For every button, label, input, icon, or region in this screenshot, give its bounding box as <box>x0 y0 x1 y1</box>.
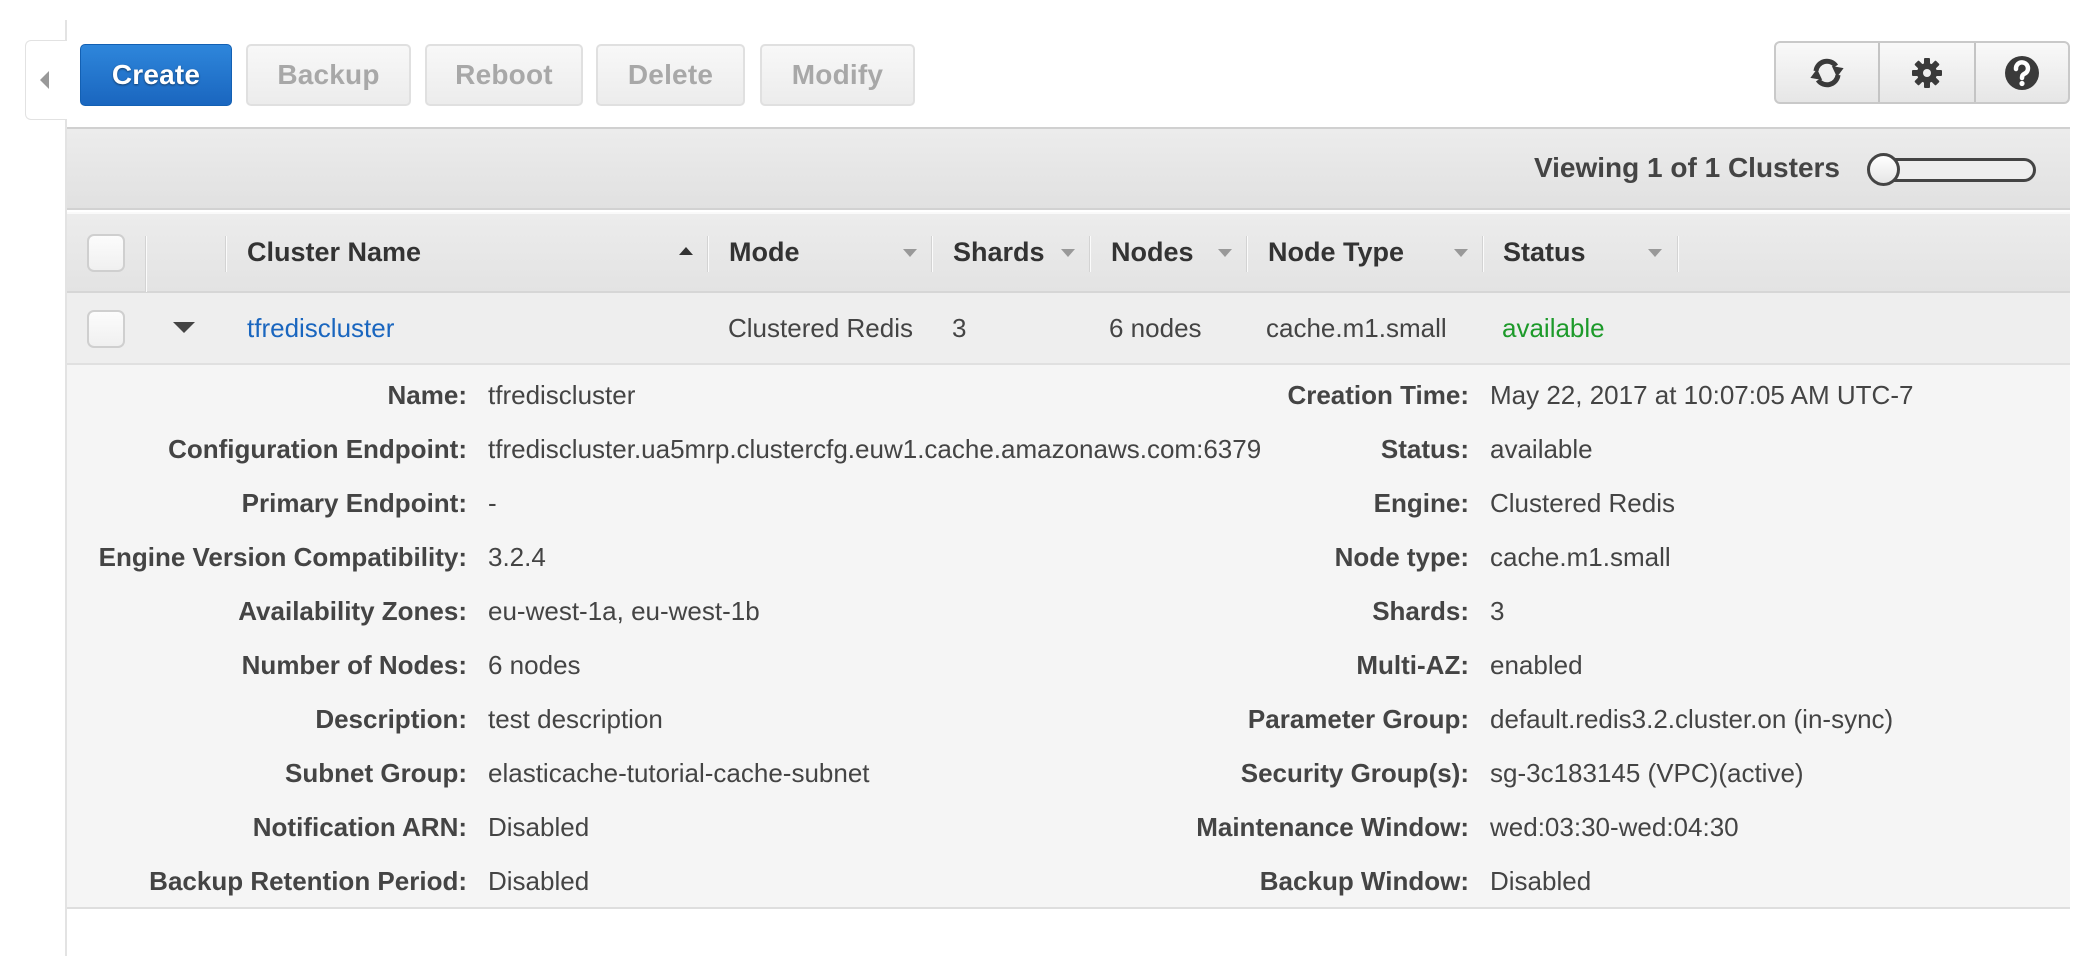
cluster-name-link[interactable]: tfrediscluster <box>247 293 394 363</box>
refresh-button[interactable] <box>1776 43 1878 102</box>
table-row[interactable]: tfrediscluster Clustered Redis 3 6 nodes… <box>67 293 2070 365</box>
detail-value: available <box>1490 433 1593 464</box>
create-button[interactable]: Create <box>80 44 232 106</box>
column-divider[interactable] <box>1089 236 1091 272</box>
column-header-mode[interactable]: Mode <box>729 214 931 291</box>
column-label: Shards <box>953 237 1045 267</box>
column-label: Status <box>1503 237 1586 267</box>
toolbar-icon-group <box>1774 41 2070 104</box>
expand-row-caret-icon[interactable] <box>173 322 195 333</box>
reboot-button[interactable]: Reboot <box>425 44 583 106</box>
cell-shards: 3 <box>952 312 967 343</box>
gear-icon <box>1912 57 1942 88</box>
cell-node-type: cache.m1.small <box>1266 312 1447 343</box>
sort-dropdown-icon <box>1218 249 1232 257</box>
detail-value: default.redis3.2.cluster.on (in-sync) <box>1490 703 1894 734</box>
detail-row: Maintenance Window: wed:03:30-wed:04:30 <box>67 800 2070 854</box>
chevron-left-icon <box>40 71 49 89</box>
detail-row: Backup Window: Disabled <box>67 854 2070 908</box>
row-select-checkbox[interactable] <box>87 310 125 348</box>
detail-label: Creation Time: <box>1287 379 1469 410</box>
detail-label: Node type: <box>1334 541 1469 572</box>
detail-label: Security Group(s): <box>1240 757 1469 788</box>
backup-button[interactable]: Backup <box>246 44 411 106</box>
detail-label: Shards: <box>1372 595 1469 626</box>
detail-row: Security Group(s): sg-3c183145 (VPC)(acti… <box>67 746 2070 800</box>
detail-value: 3 <box>1490 595 1505 626</box>
sort-dropdown-icon <box>1061 249 1075 257</box>
cluster-details-panel: Name: tfrediscluster Configuration Endpoin… <box>67 365 2070 909</box>
status-badge: available <box>1502 312 1605 343</box>
column-divider[interactable] <box>1677 236 1679 272</box>
pagination-bar: Viewing 1 of 1 Clusters <box>67 127 2070 210</box>
column-label: Cluster Name <box>247 237 422 267</box>
column-header-status[interactable]: Status <box>1503 214 1677 291</box>
detail-row: Parameter Group: default.redis3.2.cluster… <box>67 692 2070 746</box>
sort-ascending-icon <box>679 247 693 255</box>
detail-label: Backup Window: <box>1259 865 1469 896</box>
column-label: Node Type <box>1268 237 1405 267</box>
column-header-shards[interactable]: Shards <box>953 214 1089 291</box>
detail-row: Multi-AZ: enabled <box>67 638 2070 692</box>
help-button[interactable] <box>1974 43 2068 102</box>
delete-button[interactable]: Delete <box>596 44 745 106</box>
column-divider[interactable] <box>931 236 933 272</box>
detail-row: Shards: 3 <box>67 584 2070 638</box>
settings-button[interactable] <box>1878 43 1974 102</box>
detail-label: Status: <box>1380 433 1469 464</box>
detail-value: Disabled <box>1490 865 1592 896</box>
detail-row: Engine: Clustered Redis <box>67 476 2070 530</box>
column-header-node-type[interactable]: Node Type <box>1268 214 1482 291</box>
detail-label: Parameter Group: <box>1247 703 1469 734</box>
detail-row: Creation Time: May 22, 2017 at 10:07:05 A… <box>67 368 2070 422</box>
column-divider[interactable] <box>1482 236 1484 272</box>
column-divider[interactable] <box>1246 236 1248 272</box>
detail-value: sg-3c183145 (VPC)(active) <box>1490 757 1804 788</box>
collapse-sidebar-button[interactable] <box>25 40 67 120</box>
cell-mode: Clustered Redis <box>728 312 913 343</box>
column-divider[interactable] <box>707 236 709 272</box>
detail-label: Engine: <box>1373 487 1469 518</box>
column-label: Nodes <box>1111 237 1194 267</box>
detail-value: Clustered Redis <box>1490 487 1675 518</box>
detail-row: Node type: cache.m1.small <box>67 530 2070 584</box>
cell-nodes: 6 nodes <box>1109 312 1202 343</box>
refresh-icon <box>1810 58 1844 87</box>
detail-label: Multi-AZ: <box>1356 649 1469 680</box>
sort-dropdown-icon <box>903 249 917 257</box>
column-header-nodes[interactable]: Nodes <box>1111 214 1246 291</box>
column-divider <box>145 236 147 292</box>
help-icon <box>2005 55 2039 90</box>
detail-row: Status: available <box>67 422 2070 476</box>
viewing-count: Viewing 1 of 1 Clusters <box>1533 152 1840 183</box>
column-header-cluster-name[interactable]: Cluster Name <box>247 214 707 291</box>
detail-value: wed:03:30-wed:04:30 <box>1490 811 1739 842</box>
sort-dropdown-icon <box>1648 249 1662 257</box>
detail-label: Maintenance Window: <box>1196 811 1469 842</box>
select-all-checkbox[interactable] <box>87 234 125 272</box>
table-header: Cluster Name Mode Shards Nodes Node Type… <box>67 212 2070 293</box>
slider-knob[interactable] <box>1867 153 1900 186</box>
column-divider <box>225 236 227 272</box>
view-toggle-slider[interactable] <box>1867 153 2036 186</box>
modify-button[interactable]: Modify <box>760 44 915 106</box>
sort-dropdown-icon <box>1454 249 1468 257</box>
detail-value: enabled <box>1490 649 1583 680</box>
detail-value: May 22, 2017 at 10:07:05 AM UTC-7 <box>1490 379 1914 410</box>
column-label: Mode <box>729 237 800 267</box>
detail-value: cache.m1.small <box>1490 541 1671 572</box>
